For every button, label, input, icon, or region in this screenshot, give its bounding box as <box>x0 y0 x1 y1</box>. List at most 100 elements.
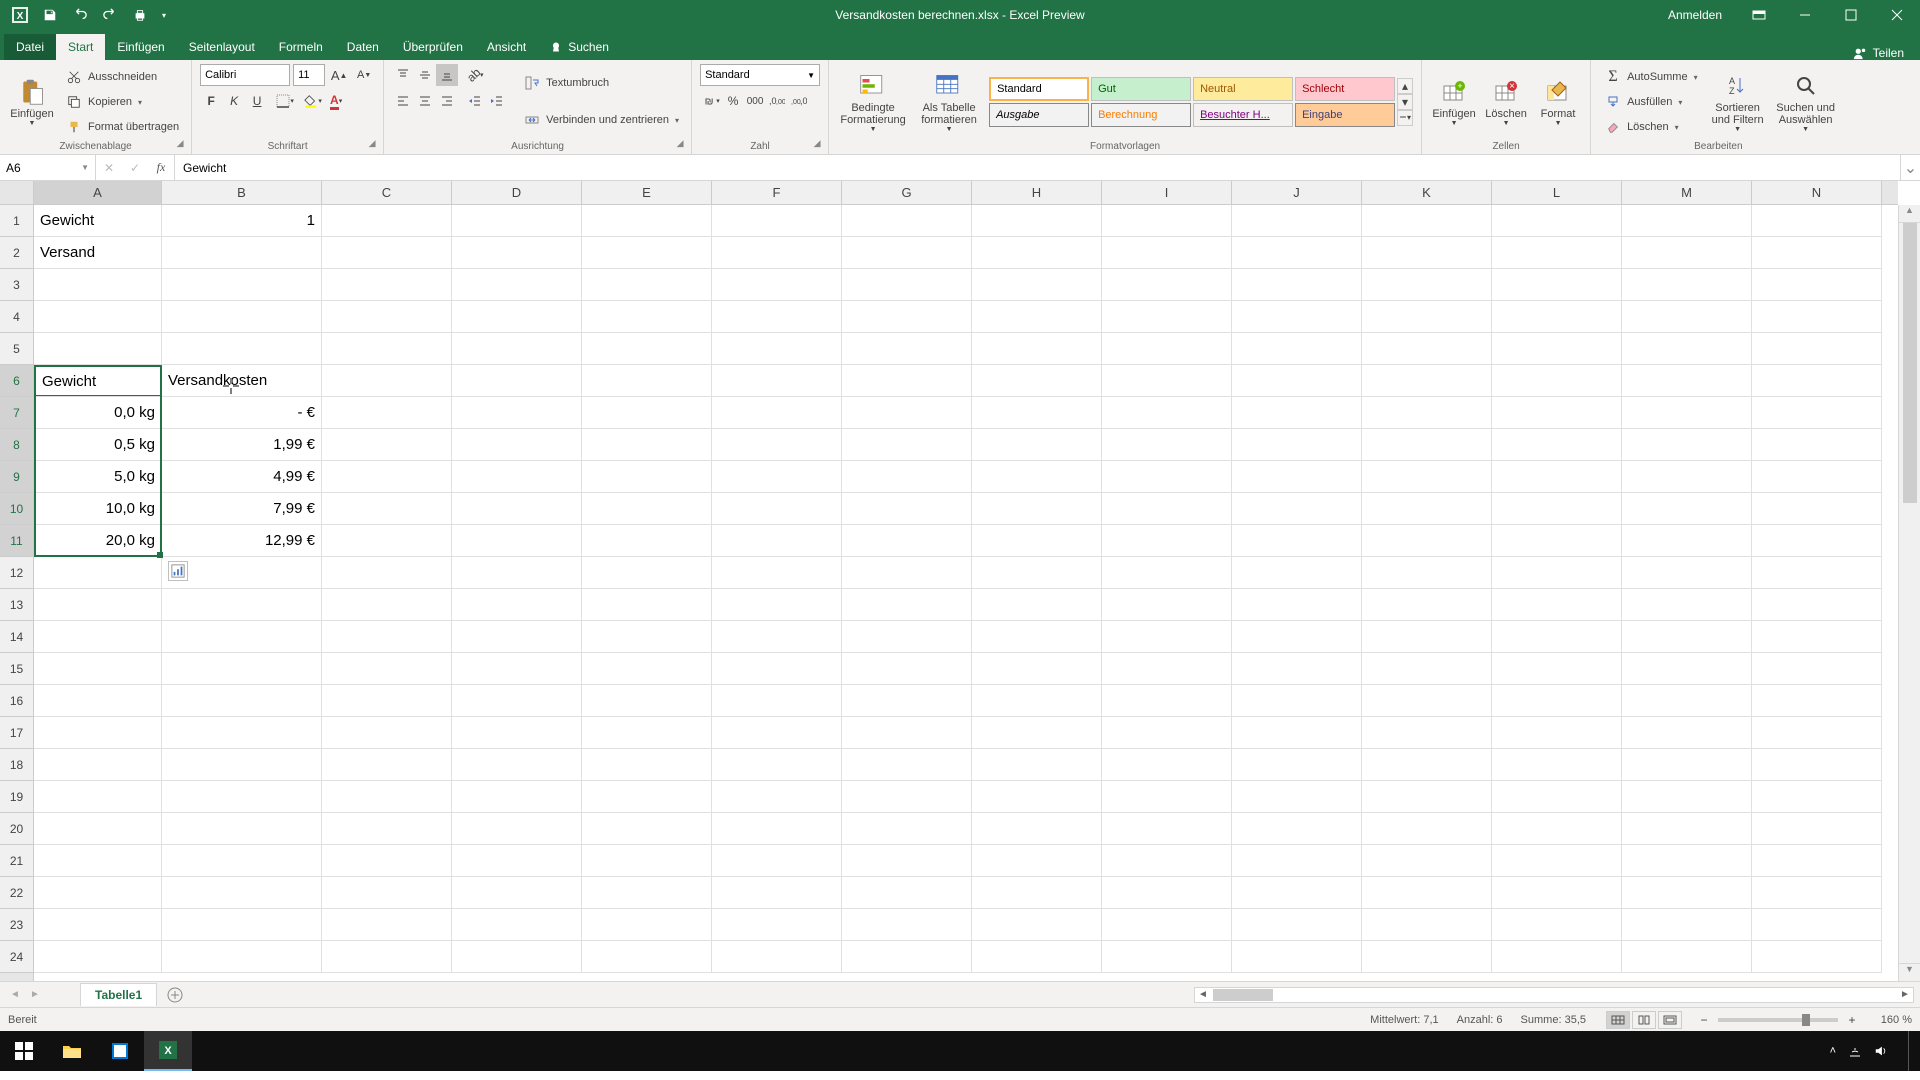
cell-K13[interactable] <box>1362 589 1492 621</box>
cell-D18[interactable] <box>452 749 582 781</box>
cell-I1[interactable] <box>1102 205 1232 237</box>
cell-B15[interactable] <box>162 653 322 685</box>
cell-A9[interactable]: 5,0 kg <box>34 461 162 493</box>
cell-J23[interactable] <box>1232 909 1362 941</box>
cell-B17[interactable] <box>162 717 322 749</box>
cut-button[interactable]: Ausschneiden <box>60 65 183 89</box>
cell-G4[interactable] <box>842 301 972 333</box>
cell-A12[interactable] <box>34 557 162 589</box>
paste-button[interactable]: Einfügen ▼ <box>8 64 56 139</box>
cell-style-neutral[interactable]: Neutral <box>1193 77 1293 101</box>
cell-I21[interactable] <box>1102 845 1232 877</box>
cell-M4[interactable] <box>1622 301 1752 333</box>
cell-style-berechnung[interactable]: Berechnung <box>1091 103 1191 127</box>
cell-A4[interactable] <box>34 301 162 333</box>
cell-H1[interactable] <box>972 205 1102 237</box>
cell-C6[interactable] <box>322 365 452 397</box>
cell-J6[interactable] <box>1232 365 1362 397</box>
cell-H2[interactable] <box>972 237 1102 269</box>
cell-I5[interactable] <box>1102 333 1232 365</box>
cell-B5[interactable] <box>162 333 322 365</box>
cell-F3[interactable] <box>712 269 842 301</box>
vertical-scrollbar[interactable]: ▲ ▼ <box>1898 205 1920 981</box>
cell-E16[interactable] <box>582 685 712 717</box>
cell-F19[interactable] <box>712 781 842 813</box>
cell-M16[interactable] <box>1622 685 1752 717</box>
tab-home[interactable]: Start <box>56 34 105 60</box>
cell-K6[interactable] <box>1362 365 1492 397</box>
tab-pagelayout[interactable]: Seitenlayout <box>177 34 267 60</box>
cell-L4[interactable] <box>1492 301 1622 333</box>
decrease-font-icon[interactable]: A▼ <box>353 64 375 86</box>
cell-L21[interactable] <box>1492 845 1622 877</box>
cell-N4[interactable] <box>1752 301 1882 333</box>
align-middle-icon[interactable] <box>414 64 436 86</box>
cell-E9[interactable] <box>582 461 712 493</box>
cell-J16[interactable] <box>1232 685 1362 717</box>
cell-H10[interactable] <box>972 493 1102 525</box>
cell-C10[interactable] <box>322 493 452 525</box>
cell-K4[interactable] <box>1362 301 1492 333</box>
cell-G20[interactable] <box>842 813 972 845</box>
cell-J13[interactable] <box>1232 589 1362 621</box>
cell-B22[interactable] <box>162 877 322 909</box>
cell-I14[interactable] <box>1102 621 1232 653</box>
cell-M1[interactable] <box>1622 205 1752 237</box>
cell-K18[interactable] <box>1362 749 1492 781</box>
cell-M2[interactable] <box>1622 237 1752 269</box>
cell-G18[interactable] <box>842 749 972 781</box>
cell-I10[interactable] <box>1102 493 1232 525</box>
tray-chevron-icon[interactable]: ˄ <box>1830 1045 1836 1057</box>
tab-formulas[interactable]: Formeln <box>267 34 335 60</box>
number-format-dropdown[interactable]: Standard▼ <box>700 64 820 86</box>
cell-K17[interactable] <box>1362 717 1492 749</box>
column-header-I[interactable]: I <box>1102 181 1232 204</box>
minimize-icon[interactable] <box>1782 0 1828 30</box>
row-header-11[interactable]: 11 <box>0 525 33 557</box>
cell-N6[interactable] <box>1752 365 1882 397</box>
cell-D8[interactable] <box>452 429 582 461</box>
cell-M7[interactable] <box>1622 397 1752 429</box>
font-size-input[interactable] <box>293 64 325 86</box>
cell-N12[interactable] <box>1752 557 1882 589</box>
cell-L5[interactable] <box>1492 333 1622 365</box>
cell-F8[interactable] <box>712 429 842 461</box>
cell-L6[interactable] <box>1492 365 1622 397</box>
cell-D13[interactable] <box>452 589 582 621</box>
row-header-5[interactable]: 5 <box>0 333 33 365</box>
cell-M11[interactable] <box>1622 525 1752 557</box>
cell-L22[interactable] <box>1492 877 1622 909</box>
cell-J1[interactable] <box>1232 205 1362 237</box>
cell-N16[interactable] <box>1752 685 1882 717</box>
zoom-out-button[interactable]: − <box>1696 1009 1712 1031</box>
cell-H22[interactable] <box>972 877 1102 909</box>
row-header-17[interactable]: 17 <box>0 717 33 749</box>
cell-D23[interactable] <box>452 909 582 941</box>
cell-L12[interactable] <box>1492 557 1622 589</box>
cell-H7[interactable] <box>972 397 1102 429</box>
cell-H9[interactable] <box>972 461 1102 493</box>
align-right-icon[interactable] <box>436 90 458 112</box>
cell-G3[interactable] <box>842 269 972 301</box>
cell-M9[interactable] <box>1622 461 1752 493</box>
cell-I19[interactable] <box>1102 781 1232 813</box>
cell-J2[interactable] <box>1232 237 1362 269</box>
cell-D1[interactable] <box>452 205 582 237</box>
cell-E24[interactable] <box>582 941 712 973</box>
styles-more[interactable]: ＝▾ <box>1397 110 1413 126</box>
cell-J20[interactable] <box>1232 813 1362 845</box>
cell-E6[interactable] <box>582 365 712 397</box>
taskbar-excel-icon[interactable]: X <box>144 1031 192 1071</box>
cell-L2[interactable] <box>1492 237 1622 269</box>
add-sheet-button[interactable] <box>163 983 187 1007</box>
signin-link[interactable]: Anmelden <box>1654 8 1736 22</box>
cell-E21[interactable] <box>582 845 712 877</box>
cell-A20[interactable] <box>34 813 162 845</box>
insert-function-icon[interactable]: fx <box>148 157 174 179</box>
cell-J8[interactable] <box>1232 429 1362 461</box>
font-name-input[interactable] <box>200 64 290 86</box>
cell-L18[interactable] <box>1492 749 1622 781</box>
cell-N24[interactable] <box>1752 941 1882 973</box>
close-icon[interactable] <box>1874 0 1920 30</box>
cell-F9[interactable] <box>712 461 842 493</box>
